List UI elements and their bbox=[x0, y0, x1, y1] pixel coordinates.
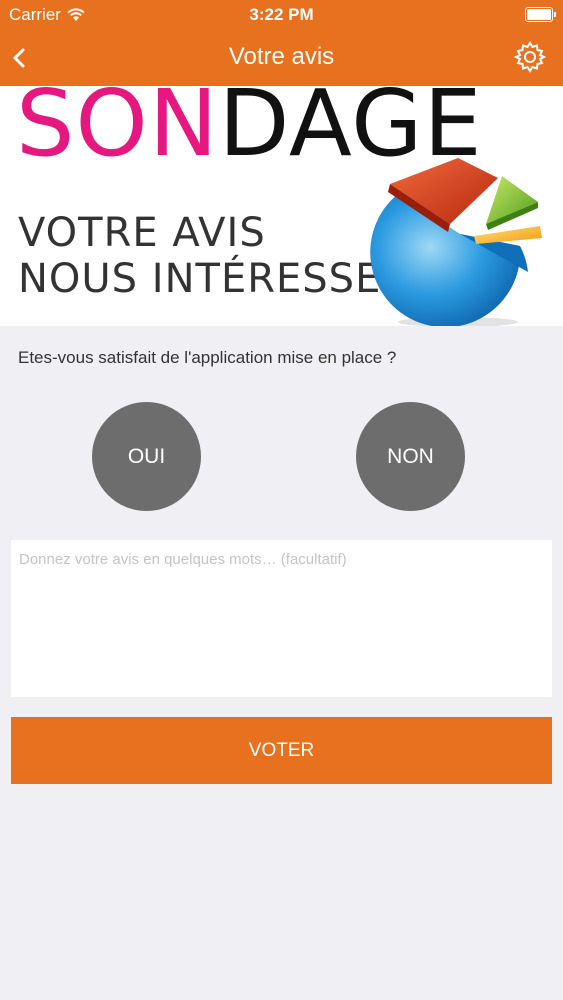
banner-slogan-line1: VOTRE AVIS bbox=[18, 210, 266, 256]
vote-button[interactable]: VOTER bbox=[11, 717, 552, 784]
status-time: 3:22 PM bbox=[249, 5, 314, 24]
survey-question: Etes-vous satisfait de l'application mis… bbox=[18, 348, 397, 367]
comment-field[interactable] bbox=[11, 540, 552, 697]
survey-banner: SONDAGE VOTRE AVIS NOUS INTÉRESSE bbox=[0, 86, 563, 326]
no-button[interactable]: NON bbox=[356, 402, 465, 511]
banner-slogan-line2: NOUS INTÉRESSE bbox=[18, 256, 382, 302]
banner-heading-part1: SON bbox=[16, 86, 219, 177]
pie-chart-illustration bbox=[370, 158, 542, 326]
navigation-bar: Votre avis bbox=[0, 30, 563, 86]
battery-icon bbox=[525, 7, 556, 22]
gear-icon[interactable] bbox=[513, 40, 547, 74]
page-title: Votre avis bbox=[228, 43, 335, 70]
yes-button[interactable]: OUI bbox=[92, 402, 201, 511]
status-bar: Carrier 3:22 PM bbox=[0, 0, 563, 30]
